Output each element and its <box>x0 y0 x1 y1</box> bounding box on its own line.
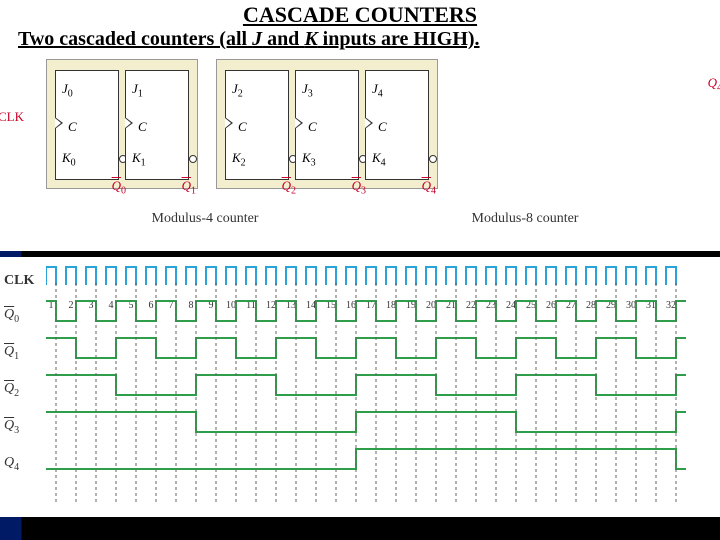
flipflop-0: J0 C K0 Q0 <box>55 70 119 180</box>
modulus-8-counter: J2 C K2 Q2 J3 C K3 Q3 J4 C K4 <box>216 59 438 189</box>
row-label-q0: Q0 <box>4 307 19 325</box>
clk-pin: C <box>378 119 387 135</box>
subtitle-ital-j: J <box>252 28 262 50</box>
q4-waveform <box>46 445 686 475</box>
j-pin: J1 <box>132 81 143 100</box>
clock-edge-icon <box>55 117 63 129</box>
row-label-clk: CLK <box>4 273 34 289</box>
modulus-4-counter: J0 C K0 Q0 J1 C K1 Q1 <box>46 59 198 189</box>
k-pin: K4 <box>372 150 386 169</box>
qbar-label: Q0 <box>112 178 126 197</box>
q2-waveform <box>46 371 686 401</box>
k-pin: K2 <box>232 150 246 169</box>
schematic-panel: CLK Q4 J0 C K0 Q0 J1 C K1 Q1 J2 <box>0 51 720 251</box>
qbar-label: Q1 <box>182 178 196 197</box>
clk-pin: C <box>68 119 77 135</box>
row-label-q4: Q4 <box>4 455 19 473</box>
k-pin: K3 <box>302 150 316 169</box>
q3-waveform <box>46 408 686 438</box>
j-pin: J4 <box>372 81 383 100</box>
clk-row: CLK 123456789101112131415161718192021222… <box>46 263 710 297</box>
q4-output-label: Q4 <box>708 75 720 94</box>
clk-pin: C <box>138 119 147 135</box>
q4-row: Q4 <box>46 445 710 482</box>
subtitle-part: inputs are HIGH). <box>318 28 480 50</box>
clk-label: CLK <box>0 109 24 125</box>
q0-row: Q0 <box>46 297 710 334</box>
clk-pin: C <box>308 119 317 135</box>
qbar-label: Q4 <box>422 178 436 197</box>
q3-row: Q3 <box>46 408 710 445</box>
clk-waveform <box>46 263 686 285</box>
j-pin: J3 <box>302 81 313 100</box>
flipflop-2: J2 C K2 Q2 <box>225 70 289 180</box>
clock-edge-icon <box>295 117 303 129</box>
k-pin: K0 <box>62 150 76 169</box>
flipflop-4: J4 C K4 Q4 <box>365 70 429 180</box>
flipflop-3: J3 C K3 Q3 <box>295 70 359 180</box>
j-pin: J2 <box>232 81 243 100</box>
flipflop-1: J1 C K1 Q1 <box>125 70 189 180</box>
subtitle-part: Two cascaded counters (all <box>18 28 252 50</box>
q1-waveform <box>46 334 686 364</box>
clock-edge-icon <box>125 117 133 129</box>
row-label-q3: Q3 <box>4 418 19 436</box>
qbar-label: Q2 <box>282 178 296 197</box>
q2-row: Q2 <box>46 371 710 408</box>
q0-waveform <box>46 297 686 327</box>
title-area: CASCADE COUNTERS Two cascaded counters (… <box>0 0 720 51</box>
page-title: CASCADE COUNTERS <box>0 2 720 28</box>
q1-row: Q1 <box>46 334 710 371</box>
timing-diagram: CLK 123456789101112131415161718192021222… <box>0 257 720 517</box>
subtitle-part: and <box>262 28 304 50</box>
row-label-q1: Q1 <box>4 344 19 362</box>
inverted-output-icon <box>429 155 437 163</box>
clock-edge-icon <box>225 117 233 129</box>
k-pin: K1 <box>132 150 146 169</box>
subtitle-ital-k: K <box>304 28 317 50</box>
row-label-q2: Q2 <box>4 381 19 399</box>
mod8-caption: Modulus-8 counter <box>340 211 710 227</box>
mod4-caption: Modulus-4 counter <box>70 211 340 227</box>
page-subtitle: Two cascaded counters (all J and K input… <box>0 28 720 51</box>
counters-row: J0 C K0 Q0 J1 C K1 Q1 J2 C K2 <box>46 59 710 189</box>
inverted-output-icon <box>189 155 197 163</box>
j-pin: J0 <box>62 81 73 100</box>
clk-pin: C <box>238 119 247 135</box>
qbar-label: Q3 <box>352 178 366 197</box>
clock-edge-icon <box>365 117 373 129</box>
